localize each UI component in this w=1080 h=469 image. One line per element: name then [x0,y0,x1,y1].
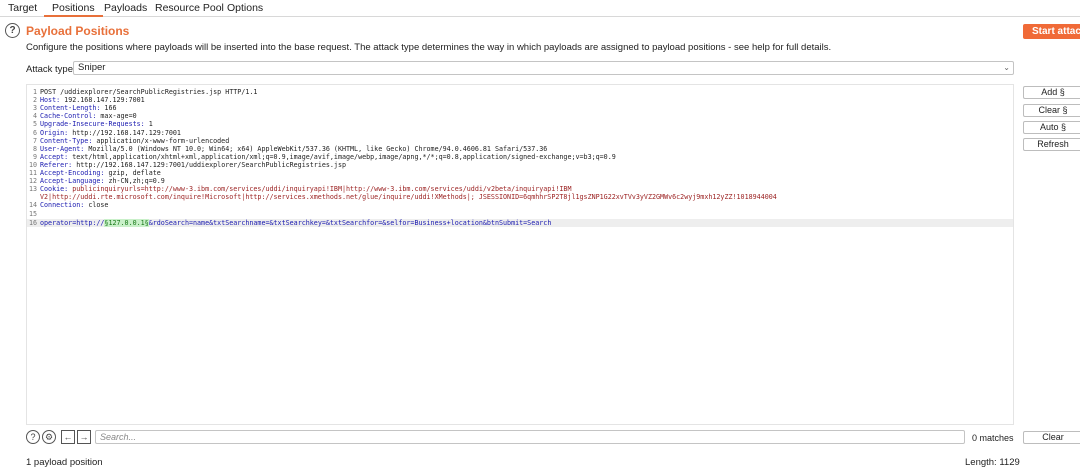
request-line: 9 Accept: text/html,application/xhtml+xml… [27,153,1013,161]
body-prefix: operator=http:// [40,218,105,227]
line-number: 1 [32,88,37,96]
header-value: application/x-www-form-urlencoded [92,136,230,145]
attack-type-value: Sniper [78,62,106,73]
line-number: 15 [28,209,37,218]
line-number: 14 [28,201,37,210]
request-line: 4 Cache-Control: max-age=0 [27,112,1013,120]
line-number: 5 [32,120,37,129]
arrow-right-icon[interactable]: → [77,430,91,444]
request-line: V2|http://uddi.rte.microsoft.com/inquire… [27,193,1013,201]
line-number: 9 [32,152,37,161]
request-line: 8 User-Agent: Mozilla/5.0 (Windows NT 10.… [27,145,1013,153]
help-icon[interactable]: ? [5,23,20,38]
tab-positions[interactable]: Positions [44,0,103,17]
header-value: close [84,201,109,210]
request-line: 6 Origin: http://192.168.147.129:7001 [27,129,1013,137]
header-name: Upgrade-Insecure-Requests: [40,120,145,129]
line-number: 4 [32,112,37,121]
header-value: Mozilla/5.0 (Windows NT 10.0; Win64; x64… [84,144,548,153]
line-number: 3 [32,104,37,113]
header-name: Cache-Control: [40,112,97,121]
header-value: publicinquiryurls=http://www-3.ibm.com/s… [68,185,572,194]
line-number: 10 [28,160,37,169]
line-number: 8 [32,144,37,153]
top-tab-bar: Target Positions Payloads Resource Pool … [0,0,1080,17]
request-line: 10 Referer: http://192.168.147.129:7001/u… [27,161,1013,169]
search-input[interactable]: Search... [95,430,965,444]
request-line: 3 Content-Length: 166 [27,104,1013,112]
start-attack-button[interactable]: Start attack [1023,24,1080,39]
header-value: gzip, deflate [104,169,161,177]
request-line: 12 Accept-Language: zh-CN,zh;q=0.9 [27,177,1013,185]
header-value: 192.168.147.129:7001 [60,96,145,105]
request-line: 5 Upgrade-Insecure-Requests: 1 [27,120,1013,128]
header-name: Origin: [40,128,69,137]
request-line: 14 Connection: close [27,201,1013,209]
line-number: 13 [28,185,37,194]
request-line: 1 POST /uddiexplorer/SearchPublicRegistri… [27,88,1013,96]
help-icon[interactable]: ? [26,430,40,444]
section-title: Payload Positions [26,24,130,38]
line-number: 7 [32,136,37,145]
line-number: 2 [32,96,37,105]
match-count: 0 matches [972,433,1014,443]
header-value: max-age=0 [96,112,137,121]
body-suffix: &rdoSearch=name&txtSearchname=&txtSearch… [148,218,552,227]
line-number: 6 [32,128,37,137]
header-name: Content-Type: [40,136,93,145]
section-description: Configure the positions where payloads w… [26,42,832,53]
header-name: Connection: [40,201,85,210]
clear-marker-button[interactable]: Clear § [1023,104,1080,117]
request-line: 15 [27,210,1013,218]
header-value: zh-CN,zh;q=0.9 [104,177,165,186]
request-line: 11 Accept-Encoding: gzip, deflate [27,169,1013,177]
header-value: 1 [144,120,153,129]
header-name: User-Agent: [40,144,85,153]
line-number: 16 [28,218,37,227]
line-number: 11 [28,169,37,177]
auto-marker-button[interactable]: Auto § [1023,121,1080,134]
attack-type-label: Attack type: [26,64,76,75]
tab-options[interactable]: Options [219,0,271,17]
tab-target[interactable]: Target [0,0,45,17]
arrow-left-icon[interactable]: ← [61,430,75,444]
attack-type-select[interactable]: Sniper ⌄ [73,61,1014,75]
request-editor[interactable]: 1 POST /uddiexplorer/SearchPublicRegistri… [26,84,1014,425]
header-value: text/html,application/xhtml+xml,applicat… [68,152,616,161]
header-name: Accept: [40,152,69,161]
header-name: Accept-Encoding: [40,169,105,177]
request-line: 7 Content-Type: application/x-www-form-ur… [27,137,1013,145]
header-value: http://192.168.147.129:7001/uddiexplorer… [72,160,347,169]
header-name: Referer: [40,160,73,169]
header-name: Cookie: [40,185,69,194]
request-body-line: 16 operator=http://§127.0.0.1§&rdoSearch=… [27,218,1013,227]
chevron-down-icon: ⌄ [1003,63,1010,72]
line-number: 12 [28,177,37,186]
header-name: Accept-Language: [40,177,105,186]
header-name: Content-Length: [40,104,101,113]
clear-search-button[interactable]: Clear [1023,431,1080,444]
gear-icon[interactable]: ⚙ [42,430,56,444]
request-line: 13 Cookie: publicinquiryurls=http://www-3… [27,185,1013,193]
header-value: V2|http://uddi.rte.microsoft.com/inquire… [40,193,777,202]
header-name: Host: [40,96,61,105]
header-value: http://192.168.147.129:7001 [68,128,181,137]
payload-marker[interactable]: §127.0.0.1§ [104,218,149,227]
header-value: 166 [100,104,117,113]
add-marker-button[interactable]: Add § [1023,86,1080,99]
refresh-button[interactable]: Refresh [1023,138,1080,151]
header-value: POST /uddiexplorer/SearchPublicRegistrie… [40,88,258,96]
request-length: Length: 1129 [965,457,1020,468]
payload-position-count: 1 payload position [26,457,103,468]
request-line: 2 Host: 192.168.147.129:7001 [27,96,1013,104]
